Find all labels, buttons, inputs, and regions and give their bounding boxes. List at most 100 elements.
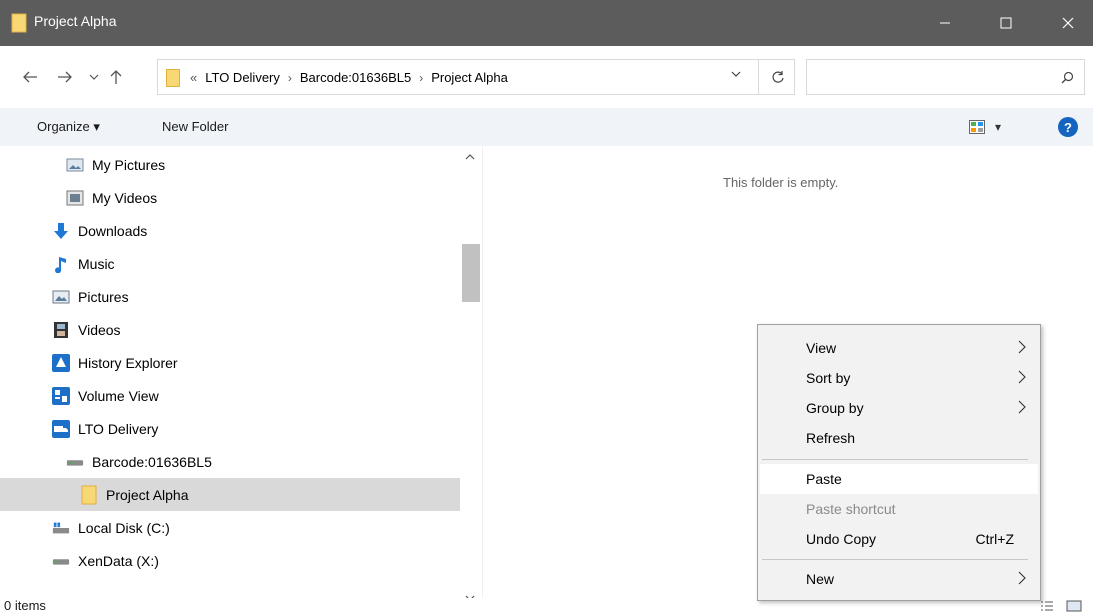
tree-item-label: Music (78, 255, 115, 272)
menu-item-shortcut: Ctrl+Z (975, 531, 1015, 547)
tree-item-label: Downloads (78, 222, 148, 239)
tree-item-xendata[interactable]: XenData (X:) (0, 544, 460, 577)
tree-item-label: Barcode:01636BL5 (92, 453, 212, 470)
network-drive-icon (52, 552, 70, 570)
folder-icon (80, 485, 98, 504)
organize-button[interactable]: Organize ▾ (37, 119, 100, 135)
music-note-icon (52, 255, 70, 273)
up-button[interactable] (104, 59, 128, 95)
tree-item-local-disk[interactable]: Local Disk (C:) (0, 511, 460, 544)
tree-item-label: Videos (78, 321, 121, 338)
close-icon (1062, 17, 1074, 29)
tree-item-volume-view[interactable]: Volume View (0, 379, 460, 412)
context-menu-sort-by[interactable]: Sort by (760, 363, 1038, 393)
tree-item-videos[interactable]: Videos (0, 313, 460, 346)
minimize-icon (940, 22, 950, 24)
tree-item-pictures[interactable]: Pictures (0, 280, 460, 313)
menu-item-label: Group by (806, 400, 864, 416)
context-menu-paste[interactable]: Paste (760, 464, 1038, 494)
chevron-right-icon (1018, 340, 1026, 357)
close-button[interactable] (1045, 0, 1091, 46)
search-icon (1061, 71, 1074, 84)
tree-item-label: Pictures (78, 288, 129, 305)
tree-item-label: My Pictures (92, 156, 166, 173)
context-menu-new[interactable]: New (760, 564, 1038, 594)
breadcrumb-separator-icon[interactable]: › (419, 71, 423, 85)
maximize-icon (1000, 17, 1012, 29)
breadcrumb-item-barcode[interactable]: Barcode:01636BL5 (300, 70, 411, 85)
view-options-button[interactable]: ▾ (969, 117, 1017, 137)
empty-folder-message: This folder is empty. (723, 175, 839, 190)
breadcrumb-separator-icon[interactable]: › (288, 71, 292, 85)
chevron-down-icon (89, 74, 99, 80)
menu-item-label: Sort by (806, 370, 851, 386)
context-menu-refresh[interactable]: Refresh (760, 423, 1038, 453)
up-arrow-icon (110, 70, 122, 84)
tree-item-history-explorer[interactable]: History Explorer (0, 346, 460, 379)
chevron-right-icon (1018, 370, 1026, 387)
scrollbar-thumb[interactable] (462, 244, 480, 302)
tree-item-label: History Explorer (78, 354, 178, 371)
forward-button[interactable] (53, 59, 77, 95)
lto-delivery-icon (52, 419, 70, 438)
details-view-icon[interactable] (1040, 600, 1054, 612)
tree-item-label: Volume View (78, 387, 159, 404)
context-menu-undo-copy[interactable]: Undo Copy Ctrl+Z (760, 524, 1038, 554)
navigation-bar: « LTO Delivery › Barcode:01636BL5 › Proj… (0, 46, 1093, 108)
tree-item-barcode[interactable]: Barcode:01636BL5 (0, 445, 460, 478)
library-videos-icon (66, 189, 84, 207)
breadcrumb: « LTO Delivery › Barcode:01636BL5 › Proj… (190, 70, 508, 85)
volume-view-icon (52, 386, 70, 405)
maximize-button[interactable] (983, 0, 1029, 46)
window-title: Project Alpha (34, 13, 117, 29)
menu-item-label: New (806, 571, 835, 587)
tape-drive-icon (66, 453, 84, 471)
tree-item-lto-delivery[interactable]: LTO Delivery (0, 412, 460, 445)
chevron-right-icon (1018, 400, 1026, 417)
menu-separator (762, 559, 1028, 560)
back-button[interactable] (18, 59, 42, 95)
menu-separator (762, 459, 1028, 460)
context-menu-group-by[interactable]: Group by (760, 393, 1038, 423)
item-count: 0 items (4, 598, 46, 613)
refresh-button[interactable] (758, 60, 796, 94)
folder-icon (166, 69, 180, 87)
context-menu: View Sort by Group by Refresh Paste Past… (757, 324, 1041, 601)
breadcrumb-item-project-alpha[interactable]: Project Alpha (431, 70, 508, 85)
tree-item-music[interactable]: Music (0, 247, 460, 280)
recent-locations-button[interactable] (86, 59, 102, 95)
forward-arrow-icon (58, 71, 72, 83)
folder-icon (11, 13, 27, 33)
context-menu-paste-shortcut[interactable]: Paste shortcut (760, 494, 1038, 524)
new-folder-button[interactable]: New Folder (162, 119, 228, 134)
back-arrow-icon (23, 71, 37, 83)
tree-item-label: LTO Delivery (78, 420, 159, 437)
navigation-scrollbar[interactable] (460, 146, 482, 612)
navigation-pane: My Pictures My Videos Downloads Music Pi… (0, 146, 482, 612)
tree-item-label: Project Alpha (106, 486, 189, 503)
tree-item-downloads[interactable]: Downloads (0, 214, 460, 247)
view-grid-icon (969, 120, 985, 134)
help-button[interactable]: ? (1058, 117, 1078, 137)
search-input[interactable] (806, 59, 1085, 95)
title-bar: Project Alpha (0, 0, 1093, 46)
menu-item-label: View (806, 340, 837, 356)
breadcrumb-item-lto-delivery[interactable]: LTO Delivery (205, 70, 280, 85)
tree-item-project-alpha[interactable]: Project Alpha (0, 478, 460, 511)
menu-item-label: Paste shortcut (806, 501, 896, 517)
large-icons-view-icon[interactable] (1066, 600, 1082, 612)
scroll-up-icon[interactable] (465, 153, 475, 164)
command-bar: Organize ▾ New Folder ▾ ? (0, 108, 1093, 146)
chevron-down-icon (731, 71, 741, 77)
minimize-button[interactable] (922, 0, 968, 46)
film-icon (52, 321, 70, 339)
breadcrumb-overflow[interactable]: « (190, 70, 197, 85)
refresh-icon (771, 71, 784, 83)
tree-item-my-videos[interactable]: My Videos (0, 181, 460, 214)
address-bar[interactable]: « LTO Delivery › Barcode:01636BL5 › Proj… (157, 59, 795, 95)
context-menu-view[interactable]: View (760, 333, 1038, 363)
download-arrow-icon (52, 222, 70, 240)
tree-item-my-pictures[interactable]: My Pictures (0, 148, 460, 181)
address-dropdown-button[interactable] (731, 69, 741, 81)
pictures-icon (52, 288, 70, 306)
